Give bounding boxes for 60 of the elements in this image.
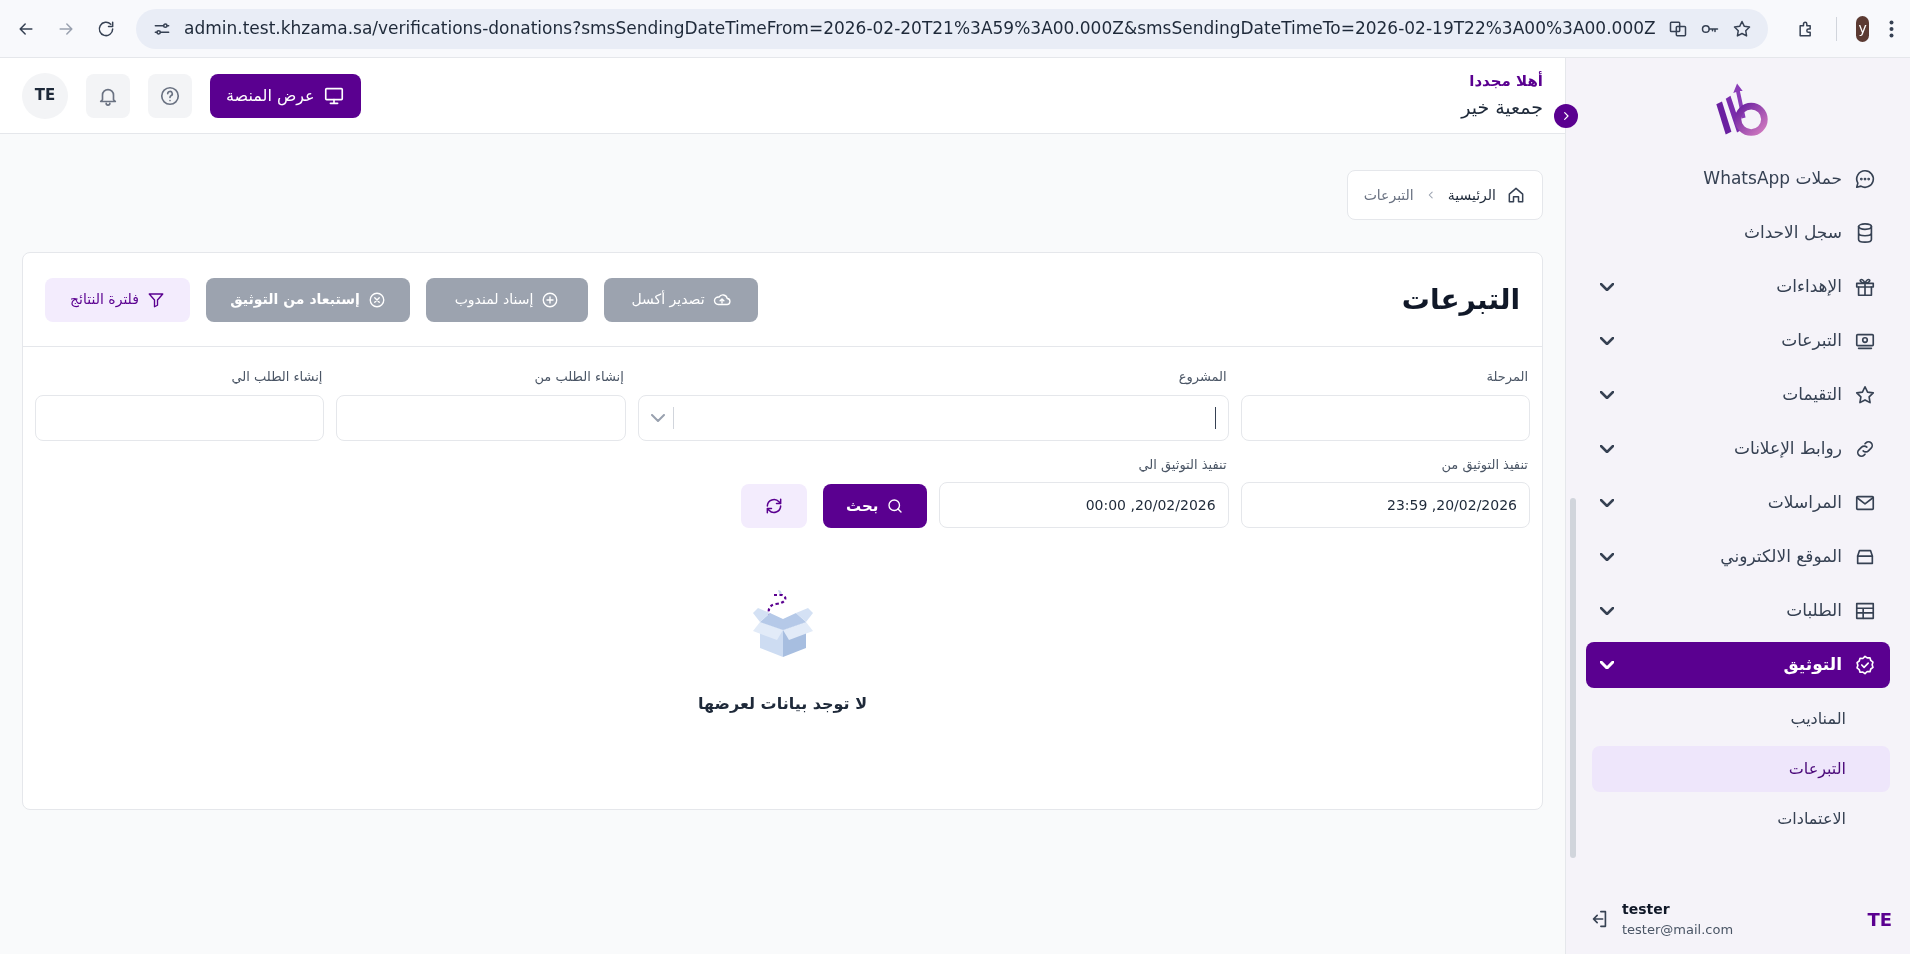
star-icon (1854, 384, 1876, 406)
sidebar-item[interactable]: روابط الإعلانات (1586, 426, 1890, 472)
sidebar-subitem[interactable]: التبرعات (1592, 746, 1890, 792)
sidebar-item[interactable]: التقيمات (1586, 372, 1890, 418)
profile-avatar[interactable]: y (1856, 15, 1869, 42)
sidebar-item[interactable]: المراسلات (1586, 480, 1890, 526)
empty-state-message: لا توجد بيانات لعرضها (697, 693, 868, 715)
sidebar-item[interactable]: سجل الاحداث (1586, 210, 1890, 256)
breadcrumb-current: التبرعات (1363, 185, 1414, 206)
user-avatar[interactable]: TE (22, 72, 68, 119)
sidebar-item[interactable]: الإهداءات (1586, 264, 1890, 310)
star-icon (1731, 18, 1752, 39)
input-field[interactable]: 20/02/2026, 00:00 (939, 482, 1229, 528)
user-email: tester@mail.com (1622, 920, 1734, 939)
view-platform-button[interactable]: عرض المنصة (210, 73, 361, 118)
notifications-button[interactable] (86, 73, 130, 118)
plus-circle-icon (541, 290, 560, 309)
sidebar-item[interactable]: الطلبات (1586, 588, 1890, 634)
sidebar-item[interactable]: التوثيق (1586, 642, 1890, 688)
help-button[interactable] (148, 73, 192, 118)
page-title: التبرعات (1401, 281, 1520, 318)
home-icon (1506, 185, 1526, 205)
field-label: المرحلة (1485, 368, 1529, 387)
link-icon (1854, 438, 1876, 460)
search-button[interactable]: بحث (823, 484, 928, 528)
scrollbar[interactable] (1570, 498, 1576, 858)
url-text: admin.test.khzama.sa/verifications-donations?smsSendingDateTimeFrom=2026-02-20T21%3A59%3A00.000Z&smsSendingDateTimeTo=2026-02-19T22%3A00%3A00.000Z (184, 16, 1656, 40)
input-field[interactable]: 20/02/2026, 23:59 (1240, 482, 1530, 528)
sidebar-item[interactable]: الموقع الالكتروني (1586, 534, 1890, 580)
field-label: تنفيذ التوثيق الي (1137, 455, 1228, 474)
sidebar-subitem[interactable]: الاعتمادات (1592, 796, 1890, 842)
refresh-button[interactable] (741, 484, 808, 528)
user-avatar: TE (1866, 907, 1892, 932)
breadcrumb-link[interactable]: الرئيسية (1447, 184, 1496, 206)
sidebar-item[interactable]: حملات WhatsApp (1586, 156, 1890, 202)
filter-icon (146, 290, 165, 309)
filter-button[interactable]: فلترة النتائج (45, 277, 190, 322)
chat-bubble-icon (1854, 168, 1876, 190)
field-label: إنشاء الطلب الي (230, 368, 324, 386)
organization-name: جمعية خير (1461, 94, 1543, 121)
collapse-toggle[interactable] (1554, 104, 1578, 128)
chevron-down-icon (650, 413, 665, 422)
help-icon (159, 84, 181, 107)
check-badge-icon (1854, 654, 1876, 676)
input-field[interactable] (336, 394, 626, 441)
address-bar[interactable]: admin.test.khzama.sa/verifications-donations?smsSendingDateTimeFrom=2026-02-20T21%3A59%3A00.000Z&smsSendingDateTimeTo=2026-02-19T22%3A00%3A00.000Z (136, 8, 1768, 49)
gift-icon (1854, 276, 1876, 298)
x-circle-icon (367, 290, 386, 309)
sidebar-item[interactable]: التبرعات (1586, 318, 1890, 364)
input-field[interactable] (35, 394, 325, 441)
browser-menu-button[interactable] (1889, 19, 1894, 38)
sidebar-subitem[interactable]: المناديب (1592, 696, 1890, 742)
table-icon (1854, 600, 1876, 622)
field-label: تنفيذ التوثيق من (1440, 455, 1529, 474)
greeting-text: أهلا مجددا (1469, 70, 1543, 92)
more-vertical-icon (1889, 19, 1894, 38)
field-label: المشروع (1177, 368, 1228, 387)
field-label: إنشاء الطلب من (533, 368, 625, 387)
input-field[interactable] (1240, 394, 1530, 441)
user-name: tester (1622, 899, 1670, 919)
